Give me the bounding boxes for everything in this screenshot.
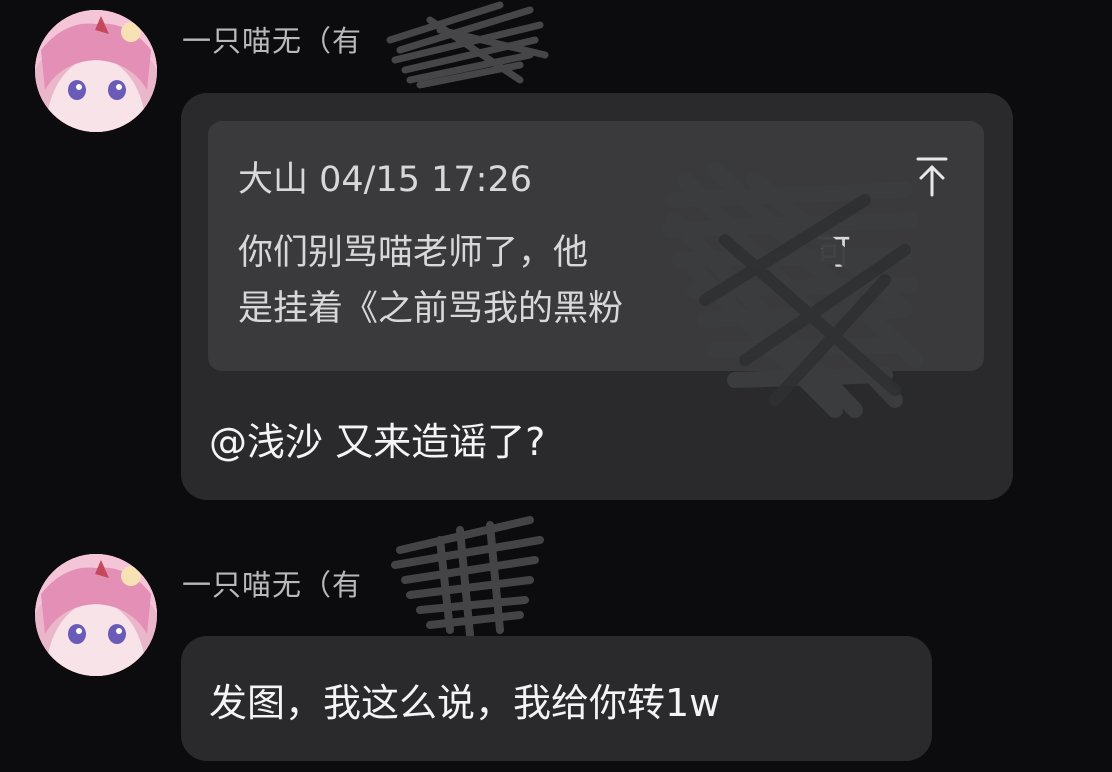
sender-avatar[interactable] — [35, 10, 157, 132]
quote-text: 你们别骂喵老师了，他 可 是挂着《之前骂我的黑粉 — [238, 225, 938, 337]
message-bubble[interactable]: 发图，我这么说，我给你转1w — [181, 636, 932, 761]
message-text: 发图，我这么说，我给你转1w — [209, 681, 721, 725]
sender-name: 一只喵无（有 — [182, 568, 363, 602]
anime-avatar-icon — [35, 10, 157, 132]
quote-author-time: 大山 04/15 17:26 — [238, 160, 532, 200]
quote-line: 你们别骂喵老师了，他 可 — [238, 225, 938, 281]
quote-line-part: 你们别骂喵老师了，他 — [238, 233, 589, 273]
message-bubble[interactable]: 大山 04/15 17:26 你们别骂喵老师了，他 可 是挂着《之前骂我的黑粉 @… — [181, 93, 1013, 500]
redaction-scribble — [391, 516, 544, 639]
sender-name: 一只喵无（有 — [182, 24, 363, 58]
chat-message: 一只喵无（有 大山 04/15 17:26 你们别骂喵老师了，他 可 是挂着《之前… — [0, 0, 1112, 520]
anime-avatar-icon — [35, 554, 157, 676]
redaction-scribble — [386, 1, 549, 89]
message-text: @浅沙 又来造谣了? — [209, 420, 546, 464]
arrow-up-to-top-icon[interactable] — [912, 155, 952, 199]
quoted-message[interactable]: 大山 04/15 17:26 你们别骂喵老师了，他 可 是挂着《之前骂我的黑粉 — [208, 121, 984, 371]
quote-line: 是挂着《之前骂我的黑粉 — [238, 289, 624, 329]
sender-avatar[interactable] — [35, 554, 157, 676]
quote-line-part: 可 — [816, 233, 852, 273]
chat-message: 一只喵无（有 发图，我这么说，我给你转1w — [0, 516, 1112, 772]
